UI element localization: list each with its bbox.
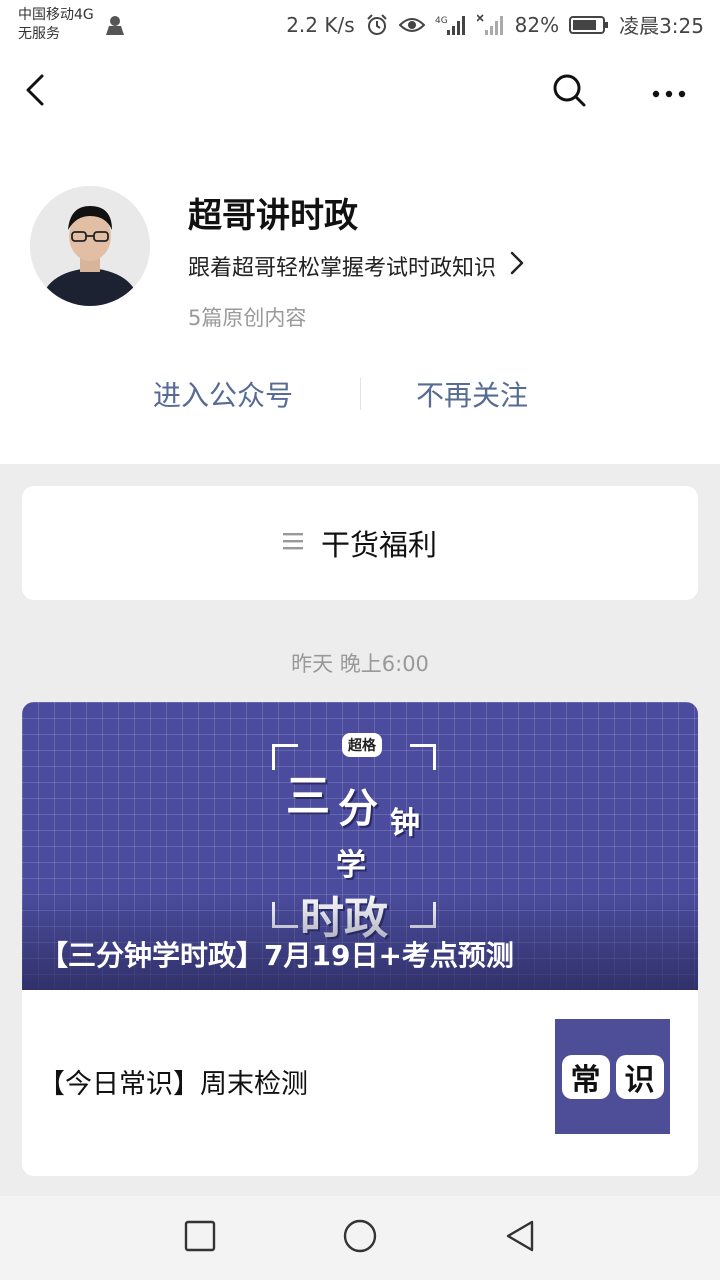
main-article-cover[interactable]: 超格 三 分 钟 学 时政 【三分钟学时政】7月19日+考点预测 <box>22 702 698 990</box>
avatar[interactable] <box>30 186 150 306</box>
svg-text:4G: 4G <box>435 16 448 26</box>
carrier-service: 无服务 <box>18 26 60 42</box>
chevron-right-icon <box>510 251 524 281</box>
thumb-char-1: 常 <box>561 1054 610 1099</box>
sim-icon <box>104 14 126 36</box>
home-icon <box>342 1218 378 1258</box>
system-nav-bar <box>0 1196 720 1280</box>
profile-actions: 进入公众号 不再关注 <box>0 374 720 416</box>
account-description-text: 跟着超哥轻松掌握考试时政知识 <box>188 256 497 281</box>
cover-word-2: 分 <box>338 786 378 832</box>
more-icon <box>652 83 686 102</box>
sub-article-title: 【今日常识】周末检测 <box>38 1069 308 1100</box>
article-card: 超格 三 分 钟 学 时政 【三分钟学时政】7月19日+考点预测 【今日常识】周… <box>22 702 698 1176</box>
search-icon <box>552 73 586 111</box>
original-count: 5篇原创内容 <box>188 306 307 330</box>
search-button[interactable] <box>547 70 591 114</box>
cover-bracket-tr <box>410 744 436 770</box>
eye-icon <box>398 15 425 35</box>
carrier-name: 中国移动4G <box>18 7 94 23</box>
back-button[interactable] <box>14 70 58 114</box>
more-button[interactable] <box>647 70 691 114</box>
home-button[interactable] <box>340 1218 380 1258</box>
battery-icon <box>569 15 609 35</box>
main-article-title: 【三分钟学时政】7月19日+考点预测 <box>40 939 514 972</box>
account-description[interactable]: 跟着超哥轻松掌握考试时政知识 <box>188 250 524 282</box>
system-back-button[interactable] <box>500 1218 540 1258</box>
battery-percent: 82% <box>514 12 560 37</box>
menu-lines-icon <box>282 532 303 554</box>
carrier-info: 中国移动4G 无服务 <box>18 6 94 44</box>
status-bar: 中国移动4G 无服务 2.2 K/s 4G 82% 凌晨3:25 <box>0 0 720 48</box>
back-icon <box>24 74 48 110</box>
alarm-icon <box>365 13 389 37</box>
recent-apps-icon <box>184 1220 216 1256</box>
menu-label: 干货福利 <box>320 528 437 562</box>
account-name: 超哥讲时政 <box>188 196 358 236</box>
nav-bar <box>0 48 720 136</box>
cover-word-3: 钟 <box>390 806 420 841</box>
signal-x-icon <box>476 13 505 36</box>
unfollow-button[interactable]: 不再关注 <box>416 374 528 414</box>
clock: 凌晨3:25 <box>619 14 704 38</box>
action-divider <box>360 378 361 410</box>
sub-article-thumbnail: 常 识 <box>555 1019 670 1134</box>
signal-4g-icon: 4G <box>435 14 467 36</box>
message-timestamp: 昨天 晚上6:00 <box>291 652 429 676</box>
cover-badge: 超格 <box>342 733 382 757</box>
net-speed: 2.2 K/s <box>286 12 355 37</box>
sub-article[interactable]: 【今日常识】周末检测 常 识 <box>22 990 698 1176</box>
cover-word-4: 学 <box>336 848 366 883</box>
menu-item-goods[interactable]: 干货福利 <box>22 486 698 600</box>
status-right: 2.2 K/s 4G 82% 凌晨3:25 <box>286 10 704 39</box>
recent-apps-button[interactable] <box>180 1218 220 1258</box>
thumb-char-2: 识 <box>615 1054 664 1099</box>
cover-word-1: 三 <box>286 771 330 822</box>
back-triangle-icon <box>504 1219 536 1257</box>
enter-account-button[interactable]: 进入公众号 <box>153 374 293 414</box>
account-profile: 超哥讲时政 跟着超哥轻松掌握考试时政知识 5篇原创内容 进入公众号 不再关注 <box>0 136 720 464</box>
